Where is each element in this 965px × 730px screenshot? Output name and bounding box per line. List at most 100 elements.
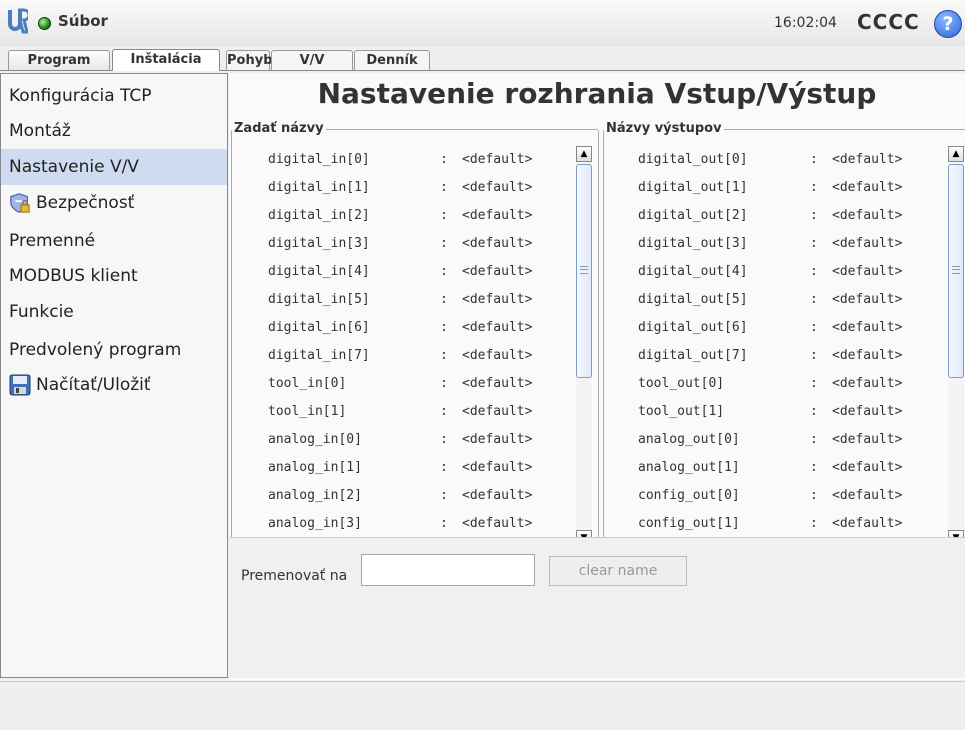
io-alias-value: <default>: [832, 264, 903, 279]
io-name-row[interactable]: digital_in[7]: <default>: [232, 342, 598, 370]
sidebar-item-variables[interactable]: Premenné: [1, 223, 227, 259]
io-signal-name: digital_in[1]: [268, 180, 370, 195]
scroll-thumb[interactable]: [948, 164, 964, 378]
save-disk-icon: [9, 374, 31, 396]
installation-sidebar: Konfigurácia TCP Montáž Nastavenie V/V B…: [0, 73, 228, 678]
sidebar-item-tcp[interactable]: Konfigurácia TCP: [1, 78, 227, 114]
sidebar-item-features[interactable]: Funkcie: [1, 294, 227, 330]
io-name-row[interactable]: digital_in[1]: <default>: [232, 174, 598, 202]
io-name-row[interactable]: config_out[1]: <default>: [604, 510, 965, 538]
io-separator: :: [810, 348, 818, 363]
io-signal-name: digital_in[5]: [268, 292, 370, 307]
sidebar-item-label: Načítať/Uložiť: [36, 375, 151, 395]
sidebar-item-safety[interactable]: Bezpečnosť: [1, 185, 227, 221]
scroll-up-button[interactable]: ▲: [948, 146, 964, 162]
io-alias-value: <default>: [462, 516, 533, 531]
io-name-row[interactable]: digital_out[2]: <default>: [604, 202, 965, 230]
io-alias-value: <default>: [832, 292, 903, 307]
io-separator: :: [810, 432, 818, 447]
sidebar-item-label: Predvolený program: [9, 340, 182, 360]
io-signal-name: digital_out[4]: [638, 264, 748, 279]
page-title: Nastavenie rozhrania Vstup/Výstup: [317, 77, 877, 110]
io-signal-name: digital_in[6]: [268, 320, 370, 335]
io-signal-name: digital_in[0]: [268, 152, 370, 167]
sidebar-item-default-program[interactable]: Predvolený program: [1, 332, 227, 368]
io-name-row[interactable]: analog_in[3]: <default>: [232, 510, 598, 538]
io-alias-value: <default>: [462, 488, 533, 503]
io-signal-name: digital_out[6]: [638, 320, 748, 335]
file-menu[interactable]: Súbor: [58, 12, 108, 30]
help-icon[interactable]: ?: [934, 10, 962, 38]
io-alias-value: <default>: [832, 516, 903, 531]
rename-input[interactable]: [361, 554, 535, 586]
io-separator: :: [810, 236, 818, 251]
io-separator: :: [810, 180, 818, 195]
tab-log[interactable]: Denník: [354, 50, 430, 70]
io-name-row[interactable]: digital_in[5]: <default>: [232, 286, 598, 314]
input-scrollbar[interactable]: ▲ ▼: [576, 146, 592, 546]
io-name-row[interactable]: tool_in[0]: <default>: [232, 370, 598, 398]
io-separator: :: [440, 404, 448, 419]
io-name-row[interactable]: analog_in[1]: <default>: [232, 454, 598, 482]
io-name-row[interactable]: tool_out[1]: <default>: [604, 398, 965, 426]
sidebar-item-label: Funkcie: [9, 302, 74, 322]
io-separator: :: [810, 208, 818, 223]
sidebar-item-mounting[interactable]: Montáž: [1, 113, 227, 149]
io-name-row[interactable]: analog_out[1]: <default>: [604, 454, 965, 482]
sidebar-item-load-save[interactable]: Načítať/Uložiť: [1, 367, 227, 403]
io-name-row[interactable]: digital_in[6]: <default>: [232, 314, 598, 342]
io-name-row[interactable]: tool_out[0]: <default>: [604, 370, 965, 398]
io-separator: :: [440, 488, 448, 503]
tab-program[interactable]: Program: [8, 50, 110, 70]
tab-io[interactable]: V/V: [271, 50, 353, 70]
io-name-row[interactable]: digital_out[5]: <default>: [604, 286, 965, 314]
io-alias-value: <default>: [832, 488, 903, 503]
io-name-row[interactable]: digital_in[3]: <default>: [232, 230, 598, 258]
scroll-up-button[interactable]: ▲: [576, 146, 592, 162]
output-names-title: Názvy výstupov: [604, 121, 724, 136]
io-name-row[interactable]: digital_in[2]: <default>: [232, 202, 598, 230]
io-name-row[interactable]: digital_out[1]: <default>: [604, 174, 965, 202]
io-signal-name: digital_out[3]: [638, 236, 748, 251]
scroll-thumb[interactable]: [576, 164, 592, 378]
sidebar-item-io-setup[interactable]: Nastavenie V/V: [1, 149, 227, 185]
io-separator: :: [440, 460, 448, 475]
io-name-row[interactable]: analog_in[2]: <default>: [232, 482, 598, 510]
clear-name-button[interactable]: clear name: [549, 556, 687, 586]
tab-installation[interactable]: Inštalácia: [112, 49, 220, 71]
io-signal-name: tool_in[1]: [268, 404, 347, 419]
io-name-row[interactable]: digital_in[4]: <default>: [232, 258, 598, 286]
rename-panel: Premenovať na clear name: [229, 537, 965, 678]
io-alias-value: <default>: [832, 348, 903, 363]
sidebar-item-modbus[interactable]: MODBUS klient: [1, 258, 227, 294]
io-signal-name: digital_out[5]: [638, 292, 748, 307]
io-name-row[interactable]: digital_out[3]: <default>: [604, 230, 965, 258]
io-separator: :: [810, 376, 818, 391]
io-name-row[interactable]: digital_out[7]: <default>: [604, 342, 965, 370]
io-signal-name: analog_out[1]: [638, 460, 740, 475]
io-name-row[interactable]: analog_in[0]: <default>: [232, 426, 598, 454]
sidebar-item-label: Bezpečnosť: [36, 193, 135, 213]
io-name-row[interactable]: digital_in[0]: <default>: [232, 146, 598, 174]
io-alias-value: <default>: [462, 208, 533, 223]
io-signal-name: analog_in[2]: [268, 488, 362, 503]
io-name-row[interactable]: digital_out[6]: <default>: [604, 314, 965, 342]
io-signal-name: tool_out[0]: [638, 376, 725, 391]
io-signal-name: analog_in[3]: [268, 516, 362, 531]
io-name-row[interactable]: tool_in[1]: <default>: [232, 398, 598, 426]
io-alias-value: <default>: [462, 432, 533, 447]
io-name-row[interactable]: digital_out[4]: <default>: [604, 258, 965, 286]
sidebar-item-label: MODBUS klient: [9, 266, 138, 286]
io-separator: :: [810, 264, 818, 279]
io-name-row[interactable]: digital_out[0]: <default>: [604, 146, 965, 174]
io-separator: :: [440, 320, 448, 335]
io-name-row[interactable]: analog_out[0]: <default>: [604, 426, 965, 454]
input-names-group: Zadať názvy digital_in[0]: <default> digit…: [231, 121, 599, 555]
io-signal-name: analog_in[0]: [268, 432, 362, 447]
output-scrollbar[interactable]: ▲ ▼: [948, 146, 964, 546]
io-alias-value: <default>: [832, 180, 903, 195]
sidebar-item-label: Nastavenie V/V: [9, 157, 139, 177]
io-separator: :: [440, 292, 448, 307]
tab-move[interactable]: Pohyb: [226, 50, 273, 70]
io-name-row[interactable]: config_out[0]: <default>: [604, 482, 965, 510]
